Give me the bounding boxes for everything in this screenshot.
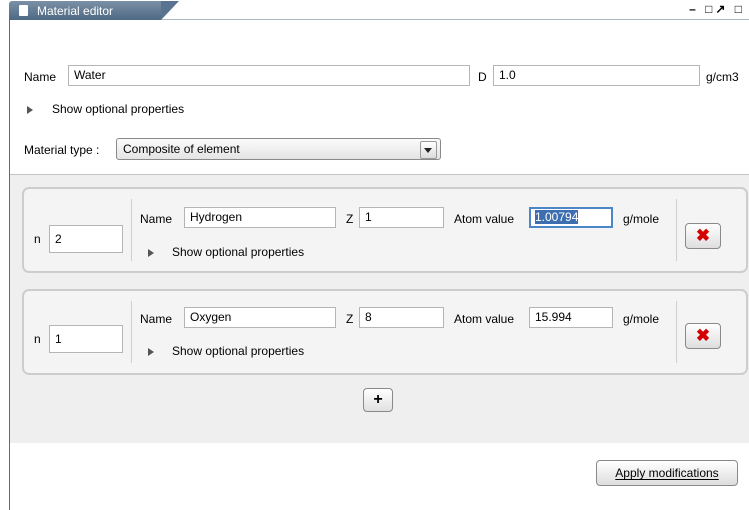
- element-name-field[interactable]: Oxygen: [184, 307, 336, 328]
- expand-arrow-icon[interactable]: [148, 348, 154, 356]
- separator: [676, 199, 677, 261]
- atom-value-field[interactable]: 15.994: [529, 307, 613, 328]
- delete-element-button[interactable]: ✖: [685, 323, 721, 349]
- document-icon: [19, 5, 28, 16]
- element-card: n 1 Name Oxygen Z 8 Atom value 15.994 g/…: [22, 289, 748, 375]
- element-name-label: Name: [140, 212, 173, 226]
- z-label: Z: [346, 212, 354, 226]
- separator: [131, 301, 132, 363]
- z-field[interactable]: 1: [359, 207, 444, 228]
- add-element-button[interactable]: +: [363, 388, 393, 412]
- atom-unit: g/mole: [623, 212, 660, 226]
- z-label: Z: [346, 312, 354, 326]
- material-type-label: Material type :: [24, 143, 100, 157]
- separator: [131, 199, 132, 261]
- density-unit: g/cm3: [706, 70, 739, 84]
- apply-label: Apply modifications: [615, 466, 719, 480]
- element-optional-toggle[interactable]: Show optional properties: [172, 245, 304, 259]
- dropdown-arrow-icon[interactable]: [420, 141, 437, 159]
- delete-element-button[interactable]: ✖: [685, 223, 721, 249]
- material-name-label: Name: [24, 70, 57, 84]
- expand-arrow-icon[interactable]: [27, 106, 33, 114]
- density-field[interactable]: 1.0: [493, 65, 700, 86]
- n-field[interactable]: 2: [49, 225, 123, 253]
- expand-arrow-icon[interactable]: [148, 249, 154, 257]
- selected-text: 1.00794: [535, 210, 579, 224]
- title-bar: Material editor – □↗ □: [0, 0, 749, 20]
- separator: [676, 301, 677, 363]
- density-label: D: [478, 70, 487, 84]
- element-card: n 2 Name Hydrogen Z 1 Atom value 1.00794…: [22, 187, 748, 273]
- material-type-select[interactable]: Composite of element: [116, 138, 441, 160]
- tab-material-editor[interactable]: Material editor: [9, 1, 161, 20]
- n-label: n: [34, 232, 41, 246]
- element-name-field[interactable]: Hydrogen: [184, 207, 336, 228]
- atom-unit: g/mole: [623, 312, 660, 326]
- n-field[interactable]: 1: [49, 325, 123, 353]
- material-name-field[interactable]: Water: [68, 65, 470, 86]
- window-controls[interactable]: – □↗ □: [689, 2, 745, 16]
- element-name-label: Name: [140, 312, 173, 326]
- show-optional-properties[interactable]: Show optional properties: [52, 102, 184, 116]
- atom-value-label: Atom value: [454, 212, 515, 226]
- z-field[interactable]: 8: [359, 307, 444, 328]
- atom-value-field[interactable]: 1.00794: [529, 207, 613, 228]
- n-label: n: [34, 332, 41, 346]
- apply-modifications-button[interactable]: Apply modifications: [596, 460, 738, 486]
- element-optional-toggle[interactable]: Show optional properties: [172, 344, 304, 358]
- tab-edge: [161, 1, 179, 20]
- atom-value-label: Atom value: [454, 312, 515, 326]
- tab-title: Material editor: [37, 4, 114, 18]
- material-type-value: Composite of element: [123, 142, 240, 156]
